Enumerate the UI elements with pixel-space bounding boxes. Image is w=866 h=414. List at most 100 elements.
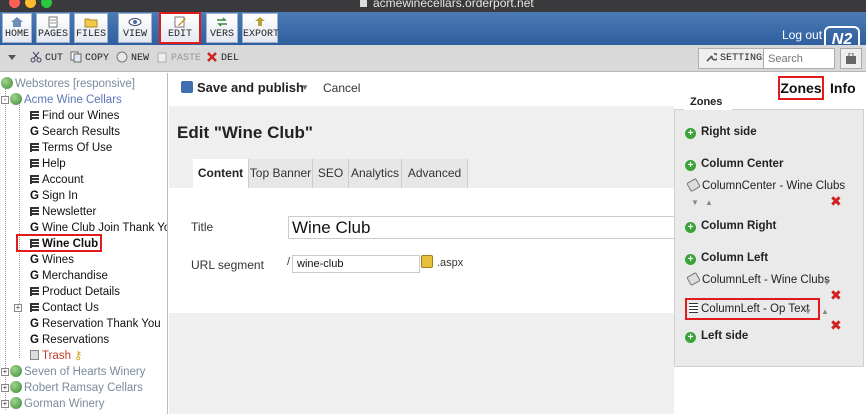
tree-site[interactable]: + Gorman Winery bbox=[1, 396, 105, 412]
tree-item[interactable]: Product Details bbox=[30, 284, 120, 300]
tab-advanced[interactable]: Advanced bbox=[402, 159, 468, 188]
tree-item[interactable]: G Sign In bbox=[30, 188, 78, 204]
export-button[interactable]: EXPORT bbox=[242, 13, 279, 43]
tab-top-banner[interactable]: Top Banner bbox=[249, 159, 313, 188]
add-icon[interactable]: + bbox=[685, 222, 696, 233]
tree-item[interactable]: G Search Results bbox=[30, 124, 120, 140]
wrench-icon bbox=[706, 53, 717, 62]
paste-icon bbox=[157, 52, 167, 63]
url-segment-input[interactable] bbox=[292, 255, 420, 273]
tree-item[interactable]: G Reservations bbox=[30, 332, 109, 348]
new-button[interactable]: NEW bbox=[116, 49, 149, 68]
delete-part-icon[interactable]: ✖ bbox=[830, 193, 842, 210]
save-publish-button[interactable]: Save and publish bbox=[181, 80, 304, 95]
export-icon bbox=[255, 17, 265, 26]
g-page-icon: G bbox=[30, 334, 39, 346]
tree-item[interactable]: Terms Of Use bbox=[30, 140, 112, 156]
tab-analytics[interactable]: Analytics bbox=[349, 159, 402, 188]
delete-label: DEL bbox=[221, 53, 240, 64]
edit-icon bbox=[174, 16, 186, 28]
page-icon bbox=[30, 287, 39, 296]
tree-item[interactable]: Find our Wines bbox=[30, 108, 119, 124]
folder-icon bbox=[84, 18, 98, 28]
zone-row[interactable]: + Column Center bbox=[685, 158, 783, 171]
lock-icon[interactable] bbox=[421, 255, 433, 268]
copy-button[interactable]: COPY bbox=[70, 49, 109, 68]
zone-row[interactable]: + Right side bbox=[685, 126, 757, 139]
add-icon[interactable]: + bbox=[685, 128, 696, 139]
zones-link[interactable]: Zones bbox=[778, 76, 824, 100]
title-input[interactable] bbox=[288, 216, 674, 239]
tab-seo[interactable]: SEO bbox=[313, 159, 349, 188]
zone-label: Column Center bbox=[701, 158, 784, 170]
search-button[interactable] bbox=[840, 48, 862, 69]
edit-button[interactable]: EDIT bbox=[159, 12, 201, 44]
tree-site[interactable]: + Seven of Hearts Winery bbox=[1, 364, 145, 380]
tree-item-label: Help bbox=[42, 158, 66, 170]
add-icon[interactable]: + bbox=[685, 254, 696, 265]
tree-item-label: Merchandise bbox=[42, 270, 108, 282]
toolbar-arrow-button[interactable] bbox=[6, 49, 21, 68]
title-label: Title bbox=[191, 220, 214, 234]
versions-button[interactable]: VERS bbox=[206, 13, 238, 43]
add-icon[interactable]: + bbox=[685, 160, 696, 171]
zone-part-row-highlighted[interactable]: ColumnLeft - Op Text bbox=[689, 303, 809, 315]
move-down-icon[interactable]: ▼ bbox=[823, 278, 831, 287]
cancel-button[interactable]: Cancel bbox=[323, 81, 360, 95]
files-button[interactable]: FILES bbox=[74, 13, 108, 43]
scissors-icon bbox=[30, 52, 42, 63]
lock-icon bbox=[360, 0, 367, 8]
pages-button[interactable]: PAGES bbox=[36, 13, 70, 43]
zone-part-row[interactable]: ColumnCenter - Wine Clubs bbox=[686, 177, 845, 193]
delete-button[interactable]: DEL bbox=[206, 49, 239, 68]
copy-icon bbox=[70, 51, 82, 63]
info-link[interactable]: Info bbox=[830, 80, 856, 96]
zone-row[interactable]: + Left side bbox=[685, 330, 748, 343]
home-button[interactable]: HOME bbox=[2, 13, 32, 43]
paste-button[interactable]: PASTE bbox=[156, 49, 201, 68]
tree-item[interactable]: Newsletter bbox=[30, 204, 96, 220]
tree-site[interactable]: + Robert Ramsay Cellars bbox=[1, 380, 143, 396]
view-button[interactable]: VIEW bbox=[118, 13, 152, 43]
tree-item[interactable]: G Wines bbox=[30, 252, 74, 268]
tree-item[interactable]: G Reservation Thank You bbox=[30, 316, 161, 332]
zone-part-row[interactable]: ColumnLeft - Wine Clubs bbox=[686, 271, 830, 287]
settings-label: SETTINGS bbox=[720, 53, 769, 64]
globe-icon bbox=[10, 381, 22, 393]
minimize-window-button[interactable] bbox=[25, 0, 36, 8]
tree-guide-line bbox=[5, 85, 6, 410]
save-options-dropdown[interactable]: ▼ bbox=[301, 81, 310, 95]
search-input[interactable] bbox=[763, 48, 835, 69]
g-page-icon: G bbox=[30, 254, 39, 266]
tree-item[interactable]: Help bbox=[30, 156, 66, 172]
edit-label: EDIT bbox=[167, 29, 192, 40]
close-window-button[interactable] bbox=[9, 0, 20, 8]
tree-item-selected[interactable]: Wine Club bbox=[16, 234, 103, 252]
page-icon bbox=[30, 303, 39, 312]
url-prefix: / bbox=[287, 256, 291, 268]
delete-part-icon[interactable]: ✖ bbox=[830, 287, 842, 304]
delete-part-icon[interactable]: ✖ bbox=[830, 317, 842, 334]
zone-row[interactable]: + Column Right bbox=[685, 220, 776, 233]
logout-link[interactable]: Log out bbox=[782, 28, 822, 42]
move-down-icon[interactable]: ▼ bbox=[804, 307, 812, 316]
tree-item[interactable]: G Merchandise bbox=[30, 268, 108, 284]
zone-row[interactable]: + Column Left bbox=[685, 252, 768, 265]
tree-item[interactable]: + Contact Us bbox=[14, 300, 99, 316]
move-up-icon[interactable]: ▲ bbox=[821, 307, 829, 316]
tab-content[interactable]: Content bbox=[193, 159, 249, 188]
zoom-window-button[interactable] bbox=[41, 0, 52, 8]
page-icon bbox=[30, 207, 39, 216]
tree-item-trash[interactable]: Trash ⚷ bbox=[30, 348, 82, 364]
cut-button[interactable]: CUT bbox=[30, 49, 63, 68]
expand-icon: + bbox=[14, 303, 22, 312]
tree-root-webstores[interactable]: Webstores [responsive] bbox=[1, 76, 135, 92]
tree-item[interactable]: Account bbox=[30, 172, 84, 188]
tree-site-acme[interactable]: - Acme Wine Cellars bbox=[1, 92, 122, 108]
pages-icon bbox=[48, 16, 58, 28]
add-icon[interactable]: + bbox=[685, 332, 696, 343]
move-up-icon[interactable]: ▲ bbox=[705, 198, 713, 207]
move-down-icon[interactable]: ▼ bbox=[691, 198, 699, 207]
trash-icon bbox=[30, 350, 39, 360]
tree-item-label: Search Results bbox=[42, 126, 120, 138]
